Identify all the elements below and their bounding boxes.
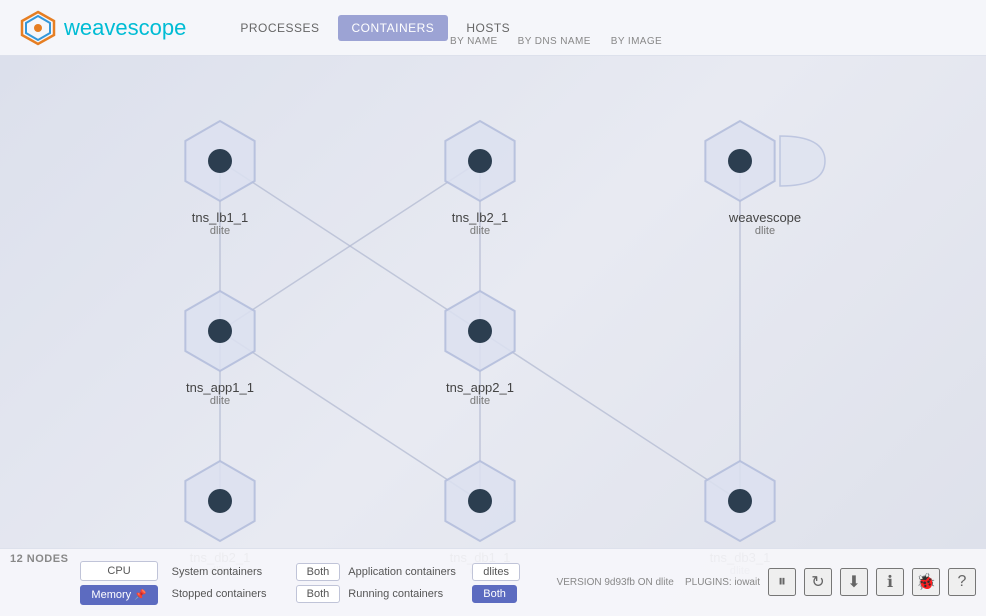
node-label-tns_lb2_1: tns_lb2_1dlite [452,210,508,237]
node-label-tns_app2_1: tns_app2_1dlite [446,380,514,407]
logo-text-weave: weave [64,15,128,40]
application-containers-label: Application containers [348,566,468,578]
logo-text: weavescope [64,15,186,41]
canvas: tns_lb1_1dlitetns_lb2_1dliteweavescopedl… [0,56,986,616]
header: weavescope PROCESSES CONTAINERS HOSTS BY… [0,0,986,56]
filter-row-application: Application containers dlites [348,563,520,581]
hexagon-weavescope [695,116,835,206]
pause-btn[interactable]: ⏸ [768,568,796,596]
help-btn[interactable]: ? [948,568,976,596]
filter-row-stopped: Stopped containers Both [172,585,341,603]
node-sub-tns_app2_1: dlite [446,395,514,407]
node-tns_app2_1[interactable]: tns_app2_1dlite [435,286,525,407]
node-name-weavescope: weavescope [729,210,801,225]
hexagon-tns_db1_1 [435,456,525,546]
memory-btn[interactable]: Memory 📌 [80,585,157,605]
system-containers-label: System containers [172,566,292,578]
stopped-both-btn[interactable]: Both [296,585,341,603]
nav-processes[interactable]: PROCESSES [226,15,333,41]
filter-row-running: Running containers Both [348,585,520,603]
system-both-btn[interactable]: Both [296,563,341,581]
memory-pin: 📌 [134,590,146,601]
node-sub-tns_app1_1: dlite [186,395,254,407]
hexagon-tns_lb2_1 [435,116,525,206]
nav-by-dns[interactable]: BY DNS NAME [510,34,599,49]
hexagon-tns_db2_1 [175,456,265,546]
node-tns_lb1_1[interactable]: tns_lb1_1dlite [175,116,265,237]
running-both-btn[interactable]: Both [472,585,517,603]
logo-text-scope: scope [128,15,187,40]
running-containers-label: Running containers [348,588,468,600]
plugins-text: PLUGINS: iowait [685,577,760,588]
hexagon-tns_app1_1 [175,286,265,376]
filter-row-system: System containers Both [172,563,341,581]
metric-buttons: CPU Memory 📌 [80,561,157,605]
info-btn[interactable]: ℹ [876,568,904,596]
cpu-btn[interactable]: CPU [80,561,157,581]
node-name-tns_app1_1: tns_app1_1 [186,380,254,395]
node-sub-weavescope: dlite [729,225,801,237]
node-label-weavescope: weavescopedlite [729,210,801,237]
bottom-bar: 12 NODES CPU Memory 📌 System containers … [0,548,986,616]
node-name-tns_lb2_1: tns_lb2_1 [452,210,508,225]
nav-by-image[interactable]: BY IMAGE [603,34,670,49]
nav-containers[interactable]: CONTAINERS [338,15,449,41]
hexagon-tns_lb1_1 [175,116,265,206]
node-sub-tns_lb2_1: dlite [452,225,508,237]
node-weavescope[interactable]: weavescopedlite [695,116,835,237]
filter-group-left: System containers Both Stopped container… [172,563,341,603]
node-label-tns_lb1_1: tns_lb1_1dlite [192,210,248,237]
bug-btn[interactable]: 🐞 [912,568,940,596]
node-tns_app1_1[interactable]: tns_app1_1dlite [175,286,265,407]
logo: weavescope [20,10,186,46]
stopped-containers-label: Stopped containers [172,588,292,600]
refresh-btn[interactable]: ↻ [804,568,832,596]
logo-icon [20,10,56,46]
nav-by-name[interactable]: BY NAME [442,34,506,49]
node-name-tns_lb1_1: tns_lb1_1 [192,210,248,225]
nav-sub: BY NAME BY DNS NAME BY IMAGE [442,34,670,49]
hexagon-tns_db3_1 [695,456,785,546]
node-sub-tns_lb1_1: dlite [192,225,248,237]
nodes-count: 12 NODES [10,553,68,565]
hexagon-tns_app2_1 [435,286,525,376]
node-name-tns_app2_1: tns_app2_1 [446,380,514,395]
version-text: VERSION 9d93fb ON dlite [557,577,674,588]
application-dlites-btn[interactable]: dlites [472,563,520,581]
filter-group-right: Application containers dlites Running co… [348,563,520,603]
node-label-tns_app1_1: tns_app1_1dlite [186,380,254,407]
footer-right: VERSION 9d93fb ON dlite PLUGINS: iowait … [547,548,986,616]
download-btn[interactable]: ⬇ [840,568,868,596]
version-info: VERSION 9d93fb ON dlite PLUGINS: iowait [557,577,760,588]
node-tns_lb2_1[interactable]: tns_lb2_1dlite [435,116,525,237]
